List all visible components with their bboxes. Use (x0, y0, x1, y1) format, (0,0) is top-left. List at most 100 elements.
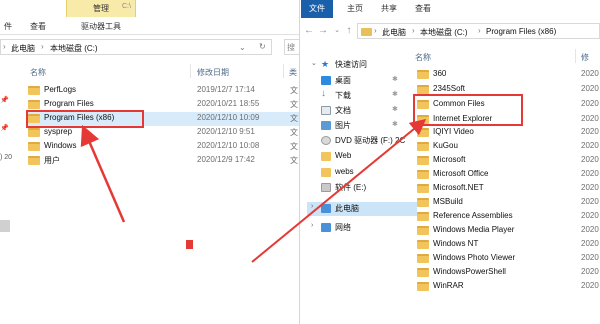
file-row[interactable]: 用户 2020/12/9 17:42 文 (28, 154, 299, 168)
folder-icon (417, 268, 429, 277)
folder-icon (361, 28, 372, 36)
tab-view[interactable]: 查看 (411, 0, 435, 18)
folder-icon (417, 282, 429, 291)
breadcrumb-program-files-x86[interactable]: Program Files (x86) (486, 27, 556, 36)
nav-item-desktop[interactable]: 桌面 ✱ (307, 74, 403, 88)
file-row[interactable]: MSBuild 2020 (417, 196, 600, 210)
breadcrumb-this-pc[interactable]: 此电脑 (11, 43, 35, 54)
nav-item-this-pc[interactable]: › 此电脑 (307, 202, 417, 216)
file-modified: 2020/12/9 17:42 (197, 155, 255, 164)
file-name: Windows (44, 141, 77, 150)
up-arrow-icon[interactable]: ↑ (343, 24, 355, 38)
file-type: 文 (290, 100, 298, 109)
file-modified: 2020 (581, 239, 599, 248)
forward-arrow-icon[interactable]: → (317, 24, 329, 38)
document-icon (321, 106, 331, 115)
tab-file[interactable]: 文件 (301, 0, 333, 18)
file-row[interactable]: Windows Media Player 2020 (417, 224, 600, 238)
column-header-modified[interactable]: 修 (581, 52, 589, 63)
tab-drive-tools[interactable]: 驱动器工具 (66, 18, 136, 36)
file-row[interactable]: Microsoft Office 2020 (417, 168, 600, 182)
file-modified: 2020 (581, 197, 599, 206)
nav-label: 图片 (335, 121, 351, 130)
file-type: 文 (290, 142, 298, 151)
chevron-down-icon[interactable]: ⌄ (331, 24, 343, 38)
nav-item-webs[interactable]: webs (307, 166, 403, 180)
file-type: 文 (290, 114, 298, 123)
file-modified: 2020 (581, 169, 599, 178)
nav-label: 此电脑 (335, 204, 359, 213)
column-divider[interactable] (575, 49, 576, 63)
file-row[interactable]: Reference Assemblies 2020 (417, 210, 600, 224)
nav-item-web[interactable]: Web (307, 150, 403, 164)
annotation-highlight-box (26, 110, 144, 128)
column-divider[interactable] (283, 64, 284, 78)
column-header-name[interactable]: 名称 (30, 67, 46, 78)
nav-item-software-drive[interactable]: 软件 (E:) (307, 181, 403, 195)
chevron-down-icon[interactable]: ⌄ (239, 43, 246, 52)
folder-icon (417, 70, 429, 79)
nav-quick-access[interactable]: ⌄ ★ 快速访问 (307, 58, 403, 72)
column-header-modified[interactable]: 修改日期 (197, 67, 229, 78)
file-name: MSBuild (433, 197, 463, 206)
explorer-window-right: 文件 主页 共享 查看 ← → ⌄ ↑ › 此电脑 › 本地磁盘 (C:) › … (301, 0, 600, 324)
file-name: KuGou (433, 141, 458, 150)
column-header-type[interactable]: 类 (289, 67, 297, 78)
folder-icon (28, 100, 40, 109)
nav-label: DVD 驱动器 (F:) 2C (335, 136, 406, 145)
file-name: Windows NT (433, 239, 479, 248)
file-row[interactable]: Windows Photo Viewer 2020 (417, 252, 600, 266)
file-row[interactable]: Windows NT 2020 (417, 238, 600, 252)
nav-pane-left: 📌 📌 ) 20 (0, 58, 22, 324)
file-row[interactable]: Microsoft 2020 (417, 154, 600, 168)
nav-item-documents[interactable]: 文档 ✱ (307, 104, 403, 118)
breadcrumb-local-disk[interactable]: 本地磁盘 (C:) (50, 43, 98, 54)
nav-label: 桌面 (335, 76, 351, 85)
nav-item-dvd-drive[interactable]: DVD 驱动器 (F:) 2C (307, 134, 406, 148)
network-icon (321, 223, 331, 232)
folder-icon (417, 254, 429, 263)
address-row-right: ← → ⌄ ↑ › 此电脑 › 本地磁盘 (C:) › Program File… (301, 20, 600, 42)
file-row[interactable]: PerfLogs 2019/12/7 17:14 文 (28, 84, 299, 98)
file-row[interactable]: WinRAR 2020 (417, 280, 600, 294)
folder-icon (321, 152, 331, 161)
file-modified: 2020 (581, 127, 599, 136)
chevron-right-icon[interactable]: › (311, 222, 313, 229)
column-divider[interactable] (190, 64, 191, 78)
file-row[interactable]: KuGou 2020 (417, 140, 600, 154)
tab-view[interactable]: 查看 (26, 18, 50, 36)
nav-pane-item-clipped[interactable]: ) 20 (0, 154, 12, 161)
file-modified: 2019/12/7 17:14 (197, 85, 255, 94)
breadcrumb-local-disk[interactable]: 本地磁盘 (C:) (420, 27, 468, 38)
file-row[interactable]: 360 2020 (417, 68, 600, 82)
file-modified: 2020 (581, 281, 599, 290)
window-path-label: C:\ (122, 3, 131, 10)
address-bar[interactable]: › 此电脑 › 本地磁盘 (C:) › Program Files (x86) (357, 23, 600, 39)
file-modified: 2020/10/21 18:55 (197, 99, 260, 108)
file-row[interactable]: IQIYI Video 2020 (417, 126, 600, 140)
chevron-right-icon: › (3, 42, 6, 51)
nav-item-network[interactable]: › 网络 (307, 221, 403, 235)
pin-icon: ✱ (392, 121, 398, 128)
chevron-down-icon[interactable]: ⌄ (311, 59, 317, 67)
nav-item-pictures[interactable]: 图片 ✱ (307, 119, 403, 133)
file-row[interactable]: sysprep 2020/12/10 9:51 文 (28, 126, 299, 140)
file-row[interactable]: Windows 2020/12/10 10:08 文 (28, 140, 299, 154)
tab-share[interactable]: 共享 (377, 0, 401, 18)
search-input[interactable]: 搜 (284, 39, 299, 55)
chevron-right-icon[interactable]: › (311, 203, 313, 210)
nav-item-downloads[interactable]: ↓ 下载 ✱ (307, 88, 403, 103)
file-name: IQIYI Video (433, 127, 474, 136)
file-row[interactable]: WindowsPowerShell 2020 (417, 266, 600, 280)
file-row[interactable]: Microsoft.NET 2020 (417, 182, 600, 196)
back-arrow-icon[interactable]: ← (303, 24, 315, 38)
nav-label: 网络 (335, 223, 351, 232)
tab-home[interactable]: 主页 (343, 0, 367, 18)
explorer-window-left: 管理 C:\ 件 查看 驱动器工具 › 此电脑 › 本地磁盘 (C:) ⌄ ↻ … (0, 0, 300, 324)
refresh-icon[interactable]: ↻ (259, 42, 266, 51)
breadcrumb-this-pc[interactable]: 此电脑 (382, 27, 406, 38)
address-bar[interactable]: › 此电脑 › 本地磁盘 (C:) ⌄ ↻ (0, 39, 272, 55)
pictures-icon (321, 121, 331, 130)
tab-file[interactable]: 件 (0, 18, 16, 36)
column-header-name[interactable]: 名称 (415, 52, 431, 63)
